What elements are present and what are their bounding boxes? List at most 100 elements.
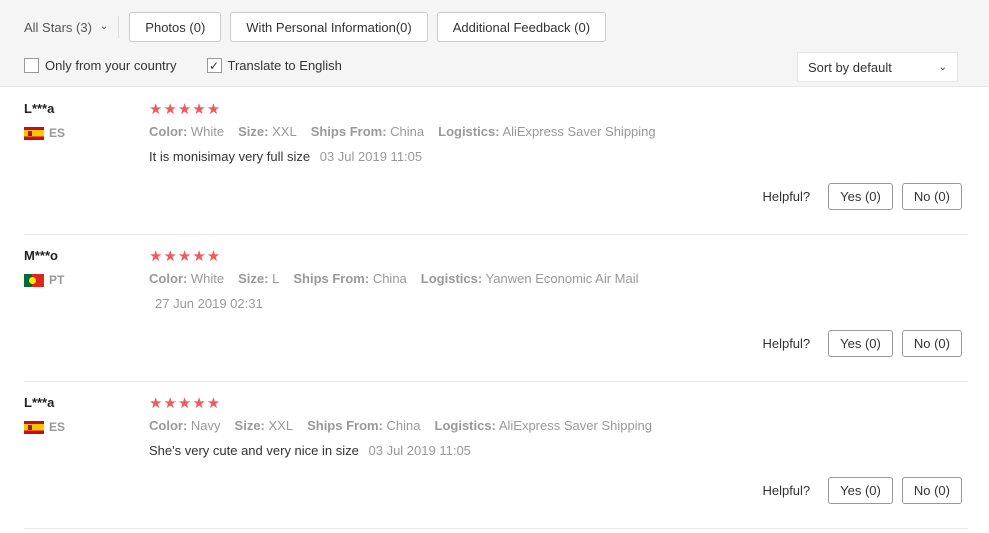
- checkmark-icon: ✓: [208, 58, 220, 73]
- review-feedback: She's very cute and very nice in size 03…: [149, 443, 949, 458]
- logistics-attribute: Logistics: AliExpress Saver Shipping: [435, 418, 653, 433]
- reviewer-info: L***a ES: [24, 395, 65, 434]
- color-value: White: [190, 124, 225, 139]
- ships-value: China: [390, 124, 425, 139]
- helpful-label: Helpful?: [762, 483, 811, 498]
- logistics-key: Logistics:: [420, 271, 483, 286]
- review-content: ★★★★★ Color: White Size: L Ships From: C…: [149, 248, 949, 312]
- helpful-no-button[interactable]: No (0): [901, 330, 962, 357]
- reviewer-country: ES: [24, 420, 65, 434]
- size-value: XXL: [268, 418, 294, 433]
- logistics-value: AliExpress Saver Shipping: [498, 418, 653, 433]
- review-content: ★★★★★ Color: White Size: XXL Ships From:…: [149, 101, 949, 165]
- review-feedback: It is monisimay very full size 03 Jul 20…: [149, 149, 949, 164]
- logistics-attribute: Logistics: Yanwen Economic Air Mail: [421, 271, 639, 286]
- helpful-vote: Helpful? Yes (0) No (0): [762, 477, 962, 504]
- country-code: ES: [49, 126, 66, 140]
- ships-key: Ships From:: [307, 418, 383, 433]
- size-attribute: Size: XXL: [235, 418, 294, 433]
- color-value: Navy: [190, 418, 221, 433]
- options-row: Only from your country ✓ Translate to En…: [24, 58, 372, 73]
- portugal-flag-icon: [24, 273, 44, 287]
- personal-info-filter-button[interactable]: With Personal Information(0): [230, 12, 428, 42]
- logistics-value: Yanwen Economic Air Mail: [485, 271, 639, 286]
- review-date: 27 Jun 2019 02:31: [155, 296, 263, 311]
- size-key: Size:: [238, 271, 269, 286]
- ships-from-attribute: Ships From: China: [311, 124, 424, 139]
- review-date: 03 Jul 2019 11:05: [319, 149, 423, 164]
- chevron-down-icon: ⌄: [938, 61, 947, 73]
- helpful-no-button[interactable]: No (0): [901, 477, 962, 504]
- size-key: Size:: [234, 418, 265, 433]
- review-feedback: 27 Jun 2019 02:31: [149, 296, 949, 311]
- chevron-down-icon: ⌄: [99, 20, 109, 32]
- star-rating: ★★★★★: [149, 395, 222, 412]
- color-attribute: Color: Navy: [149, 418, 221, 433]
- photos-filter-button[interactable]: Photos (0): [129, 12, 222, 42]
- spain-flag-icon: [24, 126, 44, 140]
- reviewer-name: L***a: [24, 395, 55, 410]
- country-code: PT: [49, 273, 65, 287]
- size-value: XXL: [272, 124, 297, 139]
- only-country-label: Only from your country: [45, 58, 177, 73]
- size-attribute: Size: L: [238, 271, 279, 286]
- logistics-key: Logistics:: [434, 418, 496, 433]
- sort-dropdown[interactable]: Sort by default ⌄: [797, 52, 958, 82]
- color-key: Color:: [149, 418, 188, 433]
- star-rating: ★★★★★: [149, 248, 222, 265]
- reviewer-country: ES: [24, 126, 65, 140]
- order-attributes: Color: White Size: L Ships From: China L…: [149, 271, 949, 286]
- review-text: She's very cute and very nice in size: [149, 443, 359, 458]
- reviewer-country: PT: [24, 273, 64, 287]
- ships-value: China: [386, 418, 421, 433]
- review-list: L***a ES ★★★★★ Color: White Size: XXL Sh…: [24, 88, 968, 529]
- review-text: It is monisimay very full size: [149, 149, 311, 164]
- translate-checkbox[interactable]: ✓: [206, 58, 222, 73]
- translate-option[interactable]: ✓ Translate to English: [206, 58, 342, 73]
- reviewer-info: M***o PT: [24, 248, 64, 287]
- helpful-vote: Helpful? Yes (0) No (0): [762, 183, 962, 210]
- helpful-label: Helpful?: [762, 189, 811, 204]
- review-item: M***o PT ★★★★★ Color: White Size: L Ship…: [24, 235, 968, 382]
- helpful-yes-button[interactable]: Yes (0): [828, 330, 893, 357]
- size-attribute: Size: XXL: [238, 124, 297, 139]
- review-filter-bar: All Stars (3) ⌄ Photos (0) With Personal…: [0, 0, 989, 87]
- logistics-value: AliExpress Saver Shipping: [502, 124, 656, 139]
- helpful-label: Helpful?: [762, 336, 811, 351]
- size-key: Size:: [238, 124, 269, 139]
- review-item: L***a ES ★★★★★ Color: White Size: XXL Sh…: [24, 88, 968, 235]
- color-key: Color:: [149, 271, 188, 286]
- review-item: L***a ES ★★★★★ Color: Navy Size: XXL Shi…: [24, 382, 968, 529]
- reviewer-info: L***a ES: [24, 101, 65, 140]
- ships-from-attribute: Ships From: China: [293, 271, 406, 286]
- only-country-option[interactable]: Only from your country: [24, 58, 177, 73]
- order-attributes: Color: Navy Size: XXL Ships From: China …: [149, 418, 949, 433]
- star-rating: ★★★★★: [149, 101, 222, 118]
- helpful-yes-button[interactable]: Yes (0): [828, 183, 893, 210]
- additional-feedback-filter-button[interactable]: Additional Feedback (0): [436, 12, 607, 42]
- ships-from-attribute: Ships From: China: [307, 418, 420, 433]
- divider: [118, 16, 120, 38]
- all-stars-dropdown[interactable]: All Stars (3) ⌄: [24, 20, 118, 35]
- review-date: 03 Jul 2019 11:05: [368, 443, 471, 458]
- reviewer-name: L***a: [24, 101, 55, 116]
- ships-value: China: [372, 271, 407, 286]
- helpful-yes-button[interactable]: Yes (0): [828, 477, 893, 504]
- helpful-vote: Helpful? Yes (0) No (0): [762, 330, 962, 357]
- logistics-attribute: Logistics: AliExpress Saver Shipping: [438, 124, 656, 139]
- color-value: White: [190, 271, 225, 286]
- helpful-no-button[interactable]: No (0): [901, 183, 962, 210]
- review-content: ★★★★★ Color: Navy Size: XXL Ships From: …: [149, 395, 949, 459]
- filter-row: All Stars (3) ⌄ Photos (0) With Personal…: [24, 12, 615, 42]
- all-stars-label: All Stars (3): [24, 19, 92, 35]
- color-attribute: Color: White: [149, 124, 224, 139]
- reviewer-name: M***o: [24, 248, 58, 263]
- spain-flag-icon: [24, 420, 44, 434]
- ships-key: Ships From:: [293, 271, 370, 286]
- order-attributes: Color: White Size: XXL Ships From: China…: [149, 124, 949, 139]
- country-code: ES: [49, 420, 66, 434]
- color-attribute: Color: White: [149, 271, 224, 286]
- sort-label: Sort by default: [808, 59, 892, 75]
- only-country-checkbox[interactable]: [24, 58, 39, 73]
- logistics-key: Logistics:: [438, 124, 500, 139]
